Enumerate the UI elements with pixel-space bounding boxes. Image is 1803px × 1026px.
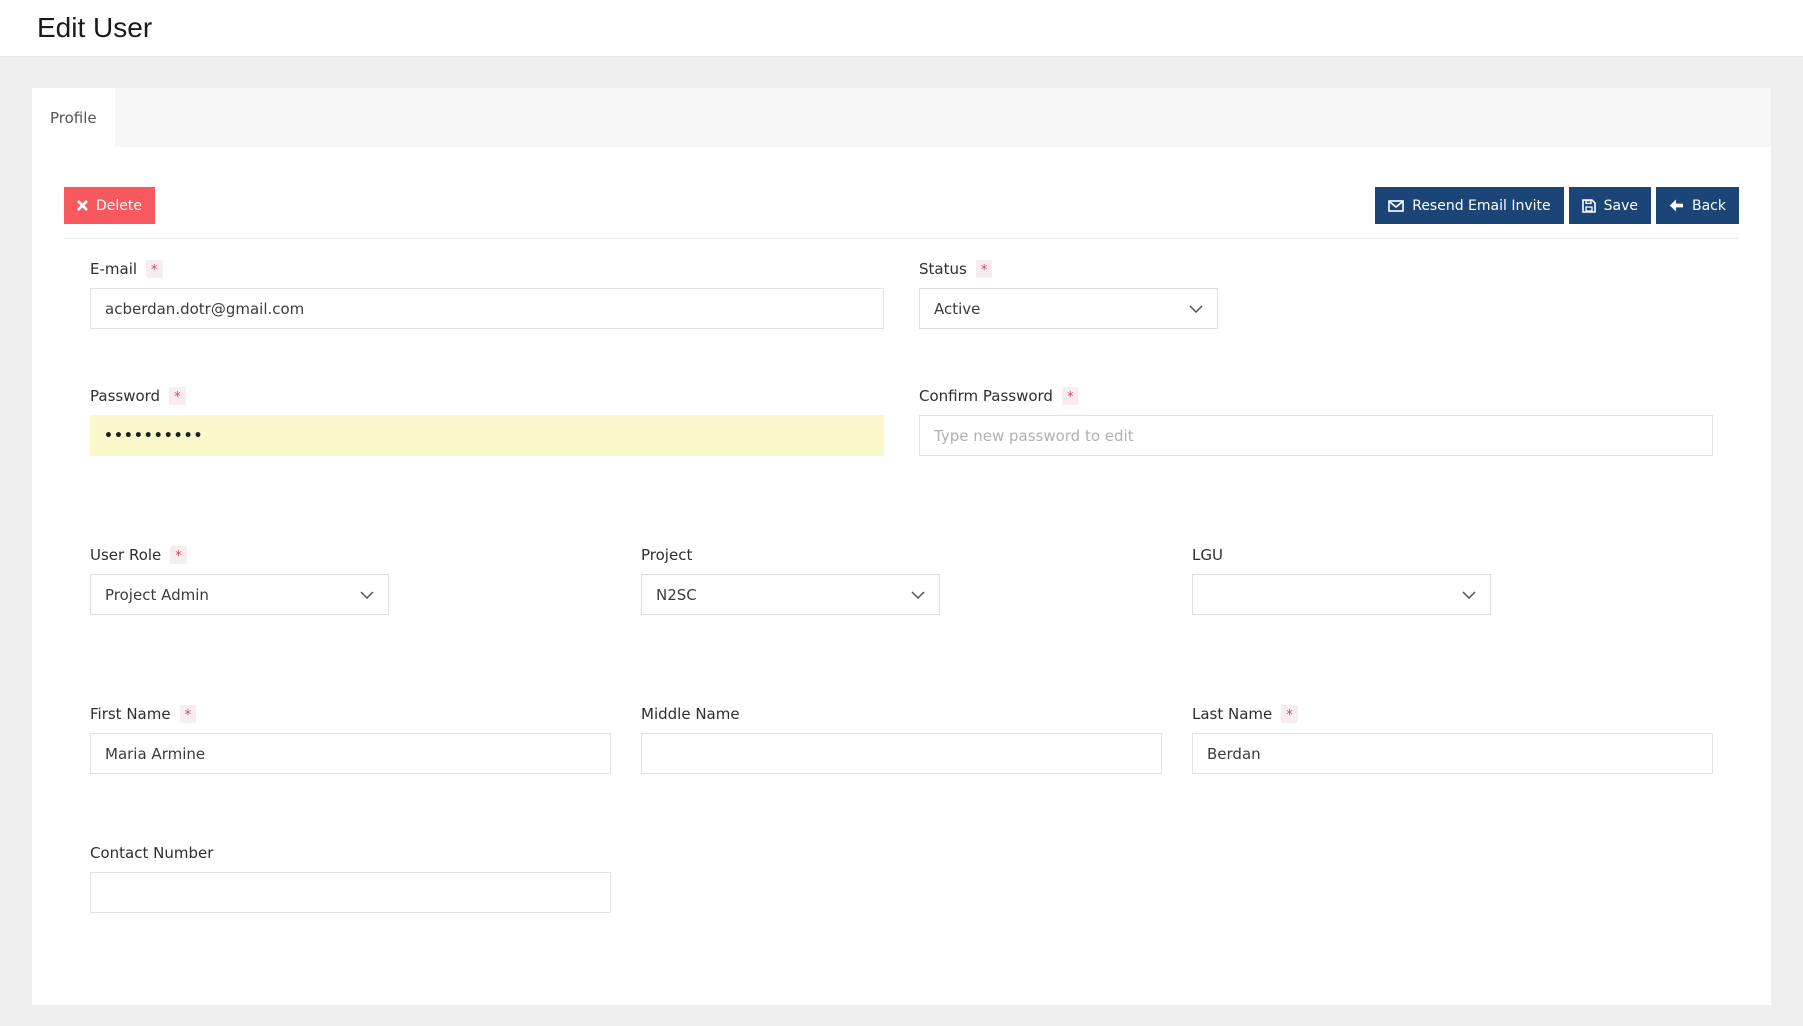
email-label: E-mail * [90, 260, 884, 278]
email-field-group: E-mail * [90, 260, 884, 329]
form-row-names: First Name * Middle Name Last Name * [90, 705, 1713, 774]
toolbar: Delete Resend Email Invite Save Back [64, 187, 1739, 224]
delete-button[interactable]: Delete [64, 187, 155, 224]
last-name-field-group: Last Name * [1192, 705, 1713, 774]
email-label-text: E-mail [90, 260, 138, 278]
form-row-role-project-lgu: User Role * Project Admin Project N2SC L… [90, 546, 1713, 615]
user-role-label-text: User Role [90, 546, 162, 564]
contact-number-label-text: Contact Number [90, 844, 214, 862]
confirm-password-input[interactable] [919, 415, 1713, 456]
x-icon [77, 200, 88, 211]
required-asterisk: * [146, 260, 163, 278]
toolbar-right-group: Resend Email Invite Save Back [1375, 187, 1739, 224]
first-name-field-group: First Name * [90, 705, 611, 774]
contact-number-label: Contact Number [90, 844, 611, 862]
status-label: Status * [919, 260, 1713, 278]
user-role-select-value: Project Admin [105, 585, 209, 604]
form-row-email-status: E-mail * Status * Active [90, 260, 1713, 329]
email-input[interactable] [90, 288, 884, 329]
status-field-group: Status * Active [919, 260, 1713, 329]
first-name-label-text: First Name [90, 705, 171, 723]
middle-name-input[interactable] [641, 733, 1162, 774]
save-icon [1581, 198, 1596, 213]
contact-number-field-group: Contact Number [90, 844, 611, 913]
required-asterisk: * [179, 705, 197, 723]
confirm-password-label: Confirm Password * [919, 387, 1713, 405]
chevron-down-icon [1189, 304, 1203, 313]
password-label-text: Password [90, 387, 161, 405]
page-title: Edit User [37, 12, 153, 43]
required-asterisk: * [1281, 705, 1298, 723]
confirm-password-field-group: Confirm Password * [919, 387, 1713, 456]
card-body: Delete Resend Email Invite Save Back E-m… [32, 147, 1771, 1005]
user-role-label: User Role * [90, 546, 611, 564]
tab-profile[interactable]: Profile [32, 88, 115, 147]
tab-strip: Profile [32, 88, 1771, 147]
user-role-field-group: User Role * Project Admin [90, 546, 611, 615]
project-label-text: Project [641, 546, 693, 564]
resend-button-label: Resend Email Invite [1412, 197, 1551, 214]
contact-number-input[interactable] [90, 872, 611, 913]
required-asterisk: * [169, 387, 186, 405]
password-input[interactable] [90, 415, 884, 456]
lgu-field-group: LGU [1192, 546, 1713, 615]
password-label: Password * [90, 387, 884, 405]
edit-user-card: Profile Delete Resend Email Invite Save … [32, 88, 1771, 1005]
project-select[interactable]: N2SC [641, 574, 940, 615]
delete-button-label: Delete [96, 197, 142, 214]
resend-email-invite-button[interactable]: Resend Email Invite [1375, 187, 1564, 224]
required-asterisk: * [170, 546, 187, 564]
status-label-text: Status [919, 260, 967, 278]
middle-name-field-group: Middle Name [641, 705, 1162, 774]
form-row-passwords: Password * Confirm Password * [90, 387, 1713, 456]
first-name-input[interactable] [90, 733, 611, 774]
status-select[interactable]: Active [919, 288, 1218, 329]
lgu-label-text: LGU [1192, 546, 1223, 564]
chevron-down-icon [1462, 590, 1476, 599]
chevron-down-icon [911, 590, 925, 599]
back-button-label: Back [1692, 197, 1726, 214]
password-field-group: Password * [90, 387, 884, 456]
lgu-select[interactable] [1192, 574, 1491, 615]
save-button[interactable]: Save [1568, 187, 1651, 224]
arrow-left-icon [1669, 199, 1684, 212]
middle-name-label: Middle Name [641, 705, 1162, 723]
last-name-label: Last Name * [1192, 705, 1713, 723]
page-header: Edit User [0, 0, 1803, 57]
status-select-value: Active [934, 299, 981, 318]
project-field-group: Project N2SC [641, 546, 1162, 615]
project-label: Project [641, 546, 1162, 564]
middle-name-label-text: Middle Name [641, 705, 740, 723]
edit-user-form: E-mail * Status * Active [64, 239, 1739, 913]
confirm-password-label-text: Confirm Password [919, 387, 1053, 405]
required-asterisk: * [1061, 387, 1079, 405]
envelope-icon [1388, 199, 1405, 212]
first-name-label: First Name * [90, 705, 611, 723]
form-row-contact: Contact Number [90, 844, 1713, 913]
last-name-label-text: Last Name [1192, 705, 1273, 723]
required-asterisk: * [975, 260, 993, 278]
chevron-down-icon [360, 590, 374, 599]
project-select-value: N2SC [656, 585, 697, 604]
back-button[interactable]: Back [1656, 187, 1739, 224]
lgu-label: LGU [1192, 546, 1713, 564]
user-role-select[interactable]: Project Admin [90, 574, 389, 615]
save-button-label: Save [1603, 197, 1638, 214]
last-name-input[interactable] [1192, 733, 1713, 774]
